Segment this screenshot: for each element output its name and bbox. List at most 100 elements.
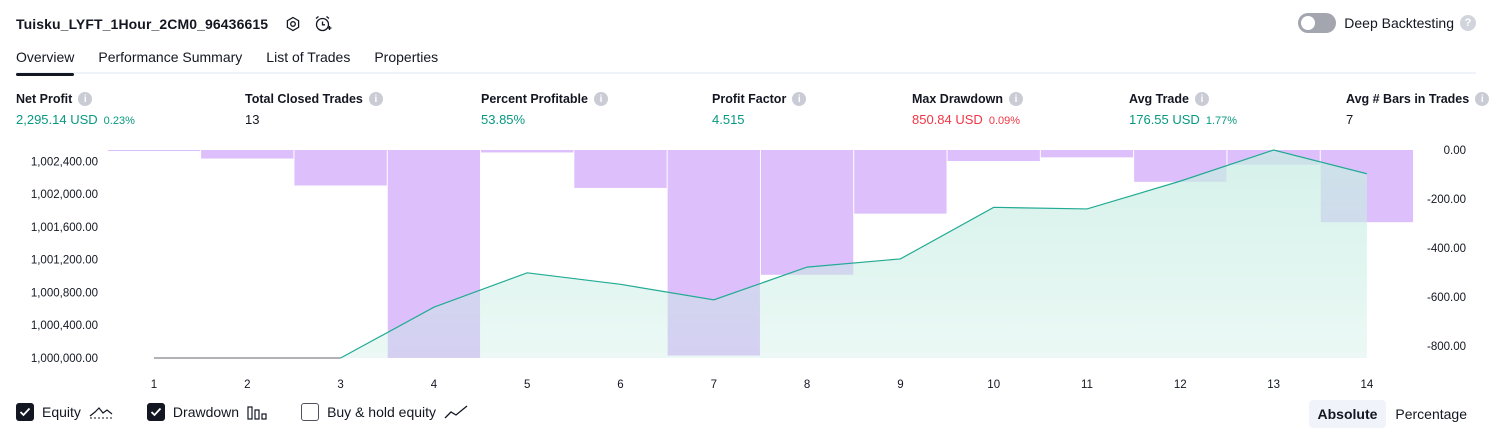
buy-hold-checkbox[interactable] (301, 403, 320, 421)
deep-backtesting-label: Deep Backtesting (1344, 15, 1454, 31)
right-axis-tick: -800.00 (1427, 341, 1466, 353)
drawdown-bar (760, 150, 854, 275)
metric-label: Profit Factor (712, 92, 787, 106)
deep-backtesting-toggle[interactable] (1298, 13, 1337, 33)
left-axis-tick: 1,000,000.00 (31, 353, 98, 365)
add-alert-icon[interactable] (312, 13, 334, 35)
x-axis-tick: 5 (524, 379, 530, 391)
metric-label: Avg # Bars in Trades (1346, 92, 1470, 106)
x-axis-tick: 14 (1361, 379, 1374, 391)
metric-percent: 0.09% (988, 115, 1021, 127)
chart-legend: Equity Drawdown Buy & hold equity (16, 403, 502, 421)
metric-label: Percent Profitable (481, 92, 588, 106)
left-axis-tick: 1,000,800.00 (31, 287, 98, 299)
legend-buy-hold-label: Buy & hold equity (327, 404, 437, 420)
metric-label: Avg Trade (1129, 92, 1189, 106)
metric-value: 13 (245, 112, 260, 127)
help-icon[interactable]: ? (1460, 15, 1476, 31)
absolute-button[interactable]: Absolute (1308, 400, 1387, 428)
info-icon[interactable]: i (593, 92, 608, 106)
legend-drawdown[interactable]: Drawdown (146, 403, 267, 421)
info-icon[interactable]: i (78, 92, 93, 106)
info-icon[interactable]: i (792, 92, 807, 106)
metric-label: Net Profit (16, 92, 73, 106)
info-icon[interactable]: i (1009, 92, 1023, 106)
equity-area (340, 150, 1367, 358)
left-axis-tick: 1,002,000.00 (31, 189, 98, 201)
drawdown-checkbox[interactable] (146, 403, 165, 421)
value-mode-switch: Absolute Percentage (1308, 400, 1477, 428)
tab-performance-summary[interactable]: Performance Summary (98, 44, 242, 74)
left-axis-tick: 1,002,400.00 (31, 156, 98, 168)
metric-label: Total Closed Trades (245, 92, 363, 106)
metric-value: 176.55 USD (1129, 112, 1200, 127)
left-axis-tick: 1,001,600.00 (31, 222, 98, 234)
settings-icon[interactable] (282, 13, 304, 35)
x-axis: 1 2 3 4 5 6 7 8 9 10 11 12 13 14 (151, 379, 1374, 391)
x-axis-tick: 7 (711, 379, 717, 391)
toggle-knob (1301, 16, 1316, 30)
right-axis-tick: -600.00 (1427, 292, 1466, 304)
legend-drawdown-label: Drawdown (172, 404, 240, 420)
right-axis: 0.00 -200.00 -400.00 -600.00 -800.00 (1427, 145, 1466, 353)
drawdown-bar (201, 150, 294, 159)
drawdown-bar (1040, 150, 1134, 158)
drawdown-bar (854, 150, 947, 214)
info-icon[interactable]: i (368, 92, 383, 106)
buy-hold-line-icon (444, 404, 468, 420)
left-axis: 1,000,000.00 1,000,400.00 1,000,800.00 1,00… (31, 156, 98, 365)
tab-bar: Overview Performance Summary List of Tra… (16, 44, 1476, 76)
legend-equity[interactable]: Equity (16, 403, 113, 421)
tab-list-of-trades[interactable]: List of Trades (266, 44, 350, 74)
drawdown-bar (574, 150, 667, 188)
right-axis-tick: 0.00 (1444, 145, 1466, 157)
tab-properties[interactable]: Properties (374, 44, 438, 74)
info-icon[interactable]: i (1194, 92, 1209, 106)
drawdown-bar (107, 150, 201, 151)
metric-avg-trade: Avg Trade i 176.55 USD 1.77% (1129, 92, 1237, 127)
metric-max-drawdown: Max Drawdown i 850.84 USD 0.09% (912, 92, 1023, 127)
metric-net-profit: Net Profit i 2,295.14 USD 0.23% (16, 92, 135, 127)
equity-drawdown-chart[interactable]: 1,000,000.00 1,000,400.00 1,000,800.00 1,00… (0, 138, 1494, 394)
metric-value: 7 (1346, 112, 1354, 127)
left-axis-tick: 1,000,400.00 (31, 320, 98, 332)
x-axis-tick: 9 (897, 379, 903, 391)
x-axis-tick: 11 (1081, 379, 1093, 391)
left-axis-tick: 1,001,200.00 (31, 255, 98, 267)
x-axis-tick: 3 (337, 379, 343, 391)
drawdown-bar (294, 150, 387, 186)
x-axis-tick: 6 (617, 379, 623, 391)
info-icon[interactable]: i (1475, 92, 1490, 106)
drawdown-bar (481, 150, 574, 153)
right-axis-tick: -200.00 (1427, 194, 1466, 206)
metric-profit-factor: Profit Factor i 4.515 (712, 92, 807, 127)
metric-avg-bars-in-trades: Avg # Bars in Trades i 7 (1346, 92, 1490, 127)
equity-line-icon (89, 404, 113, 420)
metric-percent: 1.77% (1205, 115, 1238, 127)
report-header: Tuisku_LYFT_1Hour_2CM0_96436615 (16, 12, 334, 36)
drawdown-bars-icon (247, 404, 267, 420)
metric-value: 2,295.14 USD (16, 112, 98, 127)
legend-buy-hold[interactable]: Buy & hold equity (301, 403, 468, 421)
metric-value: 4.515 (712, 112, 745, 127)
x-axis-tick: 13 (1267, 379, 1280, 391)
percentage-button[interactable]: Percentage (1386, 400, 1476, 428)
strategy-title: Tuisku_LYFT_1Hour_2CM0_96436615 (16, 16, 269, 32)
metric-value: 53.85% (481, 112, 526, 127)
x-axis-tick: 10 (987, 379, 1000, 391)
deep-backtesting: Deep Backtesting ? (1298, 13, 1476, 33)
x-axis-tick: 8 (804, 379, 810, 391)
x-axis-tick: 4 (431, 379, 438, 391)
metric-percent: 0.23% (103, 115, 135, 127)
metric-label: Max Drawdown (912, 92, 1003, 106)
metric-total-closed-trades: Total Closed Trades i 13 (245, 92, 383, 127)
legend-equity-label: Equity (42, 404, 81, 420)
metric-value: 850.84 USD (912, 112, 983, 127)
x-axis-tick: 2 (244, 379, 250, 391)
x-axis-tick: 1 (151, 379, 157, 391)
equity-checkbox[interactable] (16, 403, 34, 421)
right-axis-tick: -400.00 (1427, 243, 1466, 255)
tab-overview[interactable]: Overview (16, 44, 75, 76)
metric-percent-profitable: Percent Profitable i 53.85% (481, 92, 608, 127)
x-axis-tick: 12 (1174, 379, 1187, 391)
